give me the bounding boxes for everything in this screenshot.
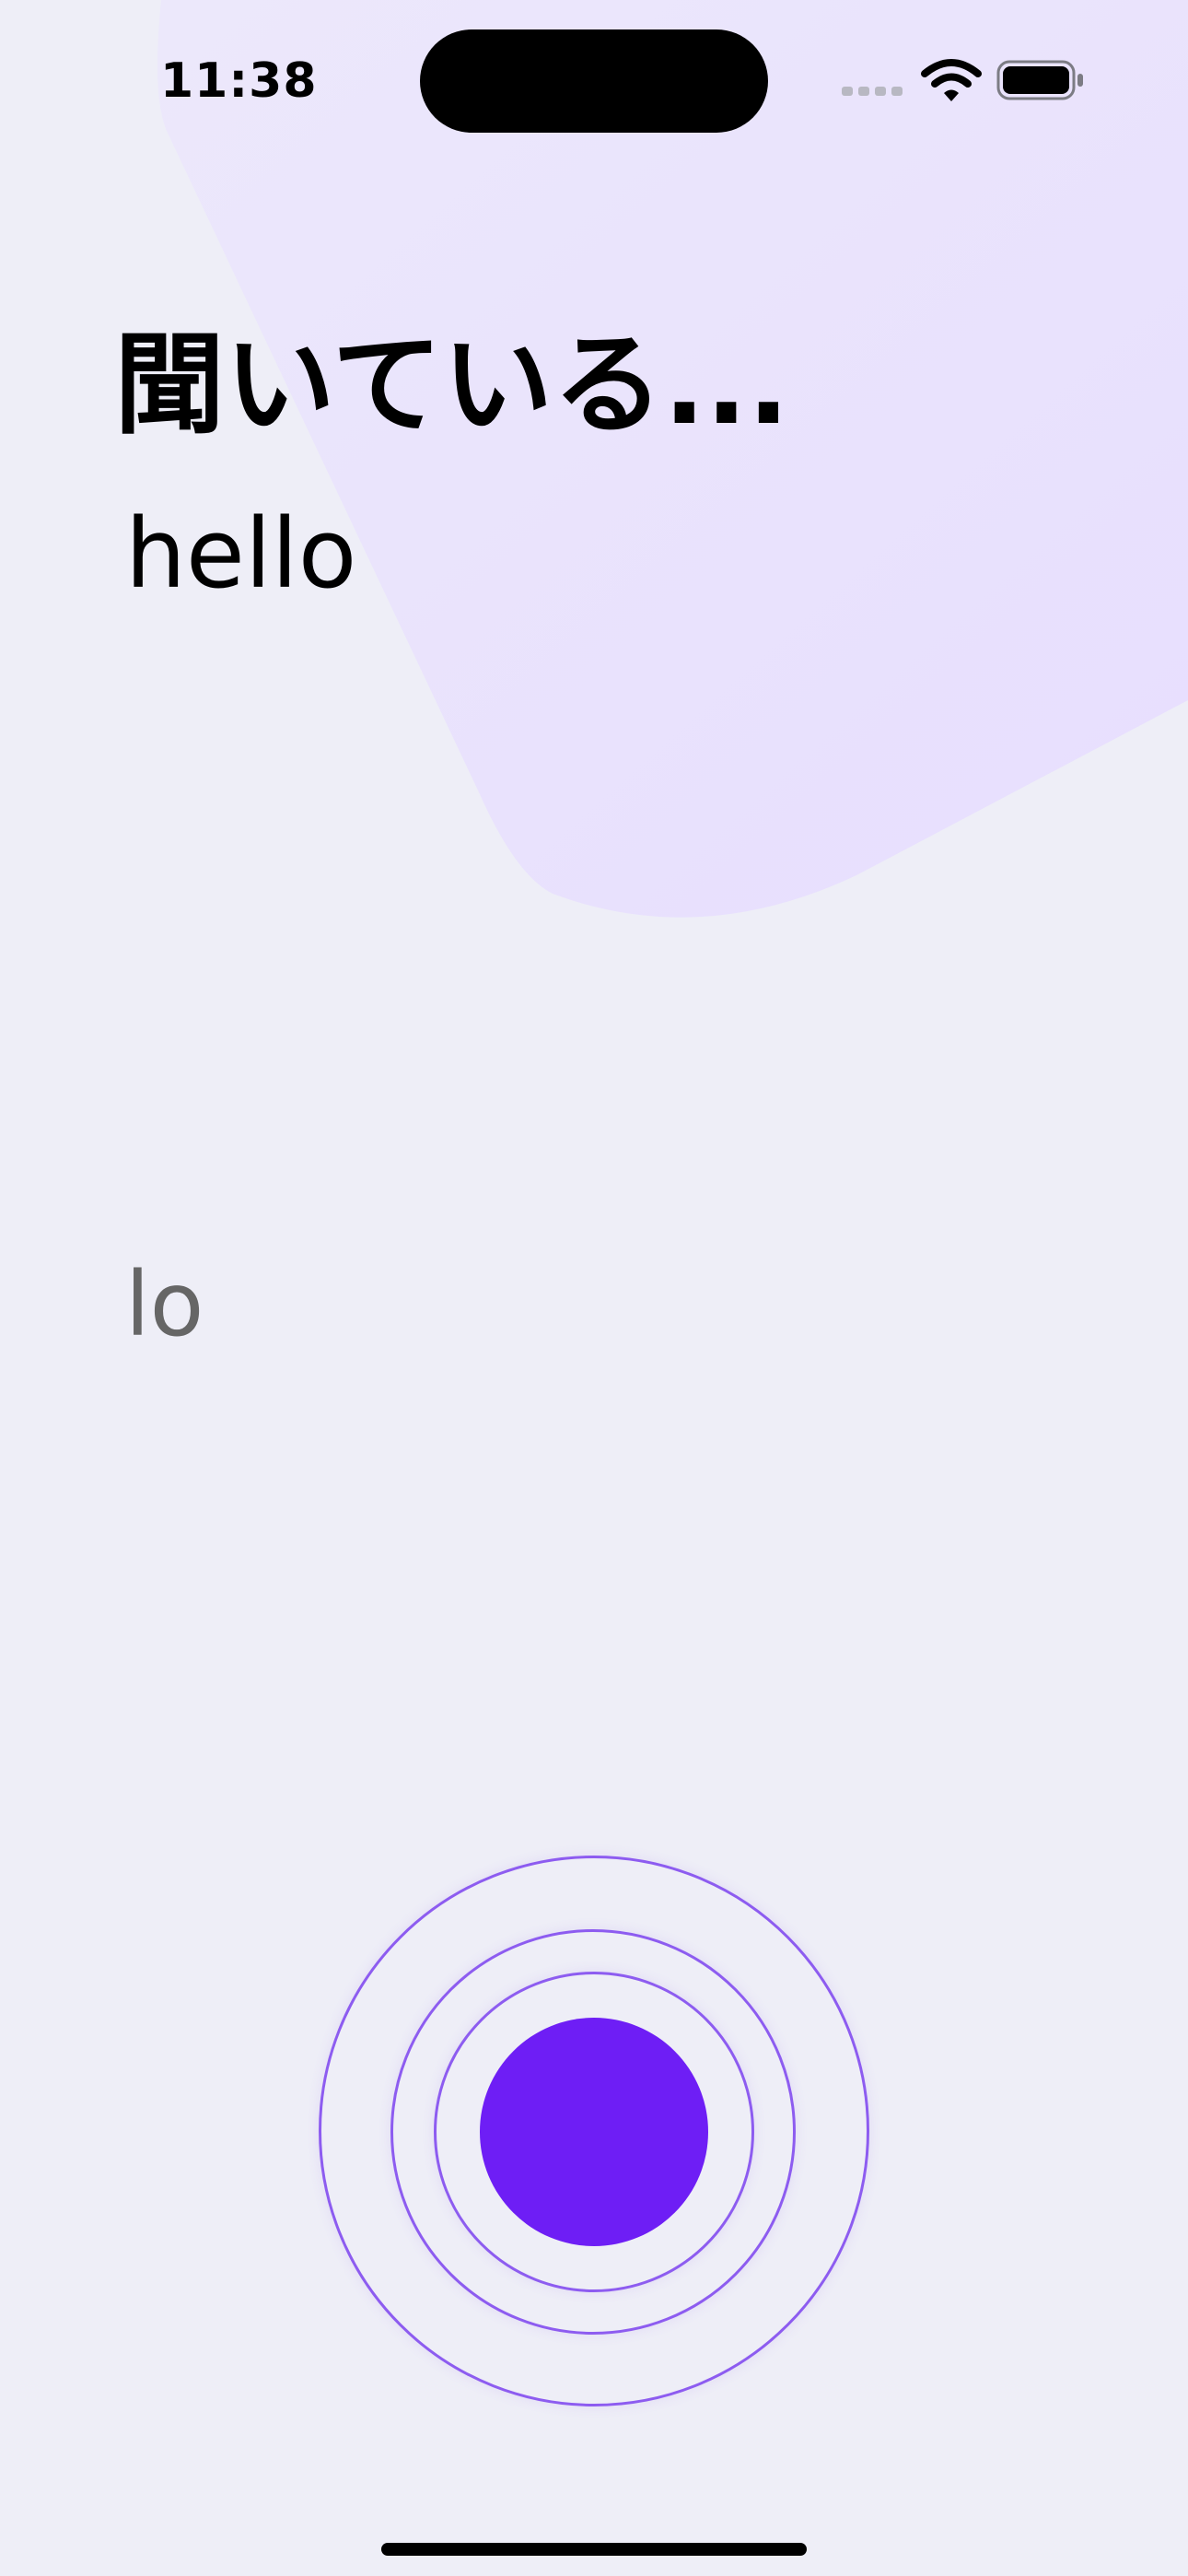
page-title: 聞いている... [114,322,790,450]
battery-icon [996,60,1083,100]
decorative-blob [157,0,1188,918]
dynamic-island [420,29,768,133]
listening-screen: 11:38 聞いている... hello lo [0,0,1188,2576]
transcript-text: hello [125,498,357,610]
home-indicator[interactable] [381,2543,807,2556]
wifi-icon [921,59,982,101]
signal-icon [842,87,903,96]
record-button[interactable] [480,2018,708,2246]
status-time: 11:38 [160,53,318,109]
partial-transcript-text: lo [125,1253,204,1356]
